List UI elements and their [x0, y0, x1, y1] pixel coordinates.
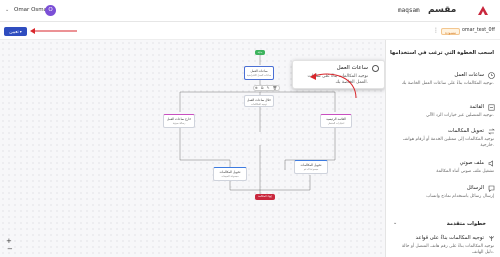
flow-name[interactable]: omar_test_0ff	[462, 28, 495, 33]
chevron-down-icon[interactable]: ⌄	[393, 220, 397, 226]
flow-node-transfer-sales[interactable]: تحويل المكالمات مجموعة المبيعات	[213, 167, 247, 181]
clock-icon	[372, 65, 379, 72]
node-subtitle: ساعات العمل الافتراضية	[246, 74, 272, 77]
node-title: خلال ساعات العمل	[247, 98, 271, 102]
audio-icon	[488, 160, 493, 167]
node-title: خارج ساعات العمل	[166, 117, 192, 121]
flow-node-working-hours[interactable]: ساعات العمل ساعات العمل الافتراضية	[244, 66, 274, 80]
flow-node-main-menu[interactable]: القائمة الرئيسية اختيارات المتصل	[320, 114, 352, 128]
step-title: تحويل المكالمات	[447, 128, 484, 134]
flow-node-after-hours[interactable]: خارج ساعات العمل رسالة صوتية	[163, 114, 195, 128]
rules-icon	[489, 236, 494, 241]
step-title: الرسائل	[466, 185, 484, 191]
start-node[interactable]: بداية	[255, 50, 265, 55]
annotation-curve-arrow	[310, 73, 357, 99]
step-title: القائمة	[469, 104, 484, 110]
step-description: إرسال رسائل باستخدام نماذج واتساب	[426, 194, 494, 199]
brand-logo-icon	[478, 6, 488, 15]
step-description: توجيه المكالمات بناءً على ساعات العمل ال…	[401, 81, 494, 86]
advanced-steps-title[interactable]: خطوات متقدمة	[447, 221, 486, 227]
brand-name-en: maqsam	[398, 7, 420, 14]
node-subtitle: اختيارات المتصل	[327, 122, 345, 125]
panel-title: اسحب الخطوة التي ترغب في استخدامها	[389, 50, 494, 56]
zoom-in-button[interactable]: +	[6, 237, 12, 245]
save-button[interactable]: تعيين▾	[4, 27, 27, 36]
node-title: تحويل المكالمات	[219, 170, 241, 174]
flow-node-during-hours[interactable]: خلال ساعات العمل توجيه المكالمات	[244, 95, 274, 107]
chevron-down-icon[interactable]: ⌄	[5, 7, 9, 13]
zoom-out-button[interactable]: −	[7, 245, 13, 253]
step-title: ساعات العمل	[454, 72, 484, 78]
node-title: القائمة الرئيسية	[326, 117, 346, 121]
step-title: ملف صوتي	[459, 160, 484, 166]
step-description: توجيه المكالمات إلى ممثلين الخدمة أو أرق…	[402, 137, 494, 148]
end-node[interactable]: إنهاء المكالمة	[255, 194, 275, 200]
node-actions-toolbar[interactable]: ⊕ ⧉ ✎ 🗑	[253, 85, 280, 91]
more-options-icon[interactable]: ⋮	[433, 27, 439, 34]
brand-name-ar: مقسم	[428, 5, 457, 15]
clock-icon	[488, 72, 495, 79]
top-bar: ⌄ Omar Osman O maqsam مقسم	[0, 0, 500, 22]
flow-node-transfer-support[interactable]: تحويل المكالمات مجموعة الدعم	[294, 160, 328, 174]
step-description: تشغيل ملف صوتي أثناء المكالمة	[436, 169, 494, 174]
menu-icon	[488, 104, 495, 111]
node-subtitle: توجيه المكالمات	[250, 103, 268, 106]
step-title: توجيه المكالمات بناءً على قواعد	[415, 235, 484, 241]
node-subtitle: مجموعة الدعم	[303, 168, 319, 171]
node-title: تحويل المكالمات	[300, 163, 322, 167]
step-description: توجيه المتصلين عبر خيارات الرد الآلي.	[425, 113, 494, 118]
status-badge: مسودة	[441, 28, 461, 35]
node-subtitle: رسالة صوتية	[172, 122, 186, 125]
steps-panel: اسحب الخطوة التي ترغب في استخدامها ساعات…	[385, 40, 500, 257]
step-description: توجيه المكالمات بناءً على رقم هاتف المتص…	[401, 244, 494, 255]
avatar[interactable]: O	[45, 5, 56, 16]
node-title: ساعات العمل	[250, 69, 268, 73]
annotation-arrow	[30, 28, 77, 34]
transfer-icon	[488, 128, 495, 135]
node-subtitle: مجموعة المبيعات	[221, 175, 239, 178]
message-icon	[488, 185, 495, 192]
